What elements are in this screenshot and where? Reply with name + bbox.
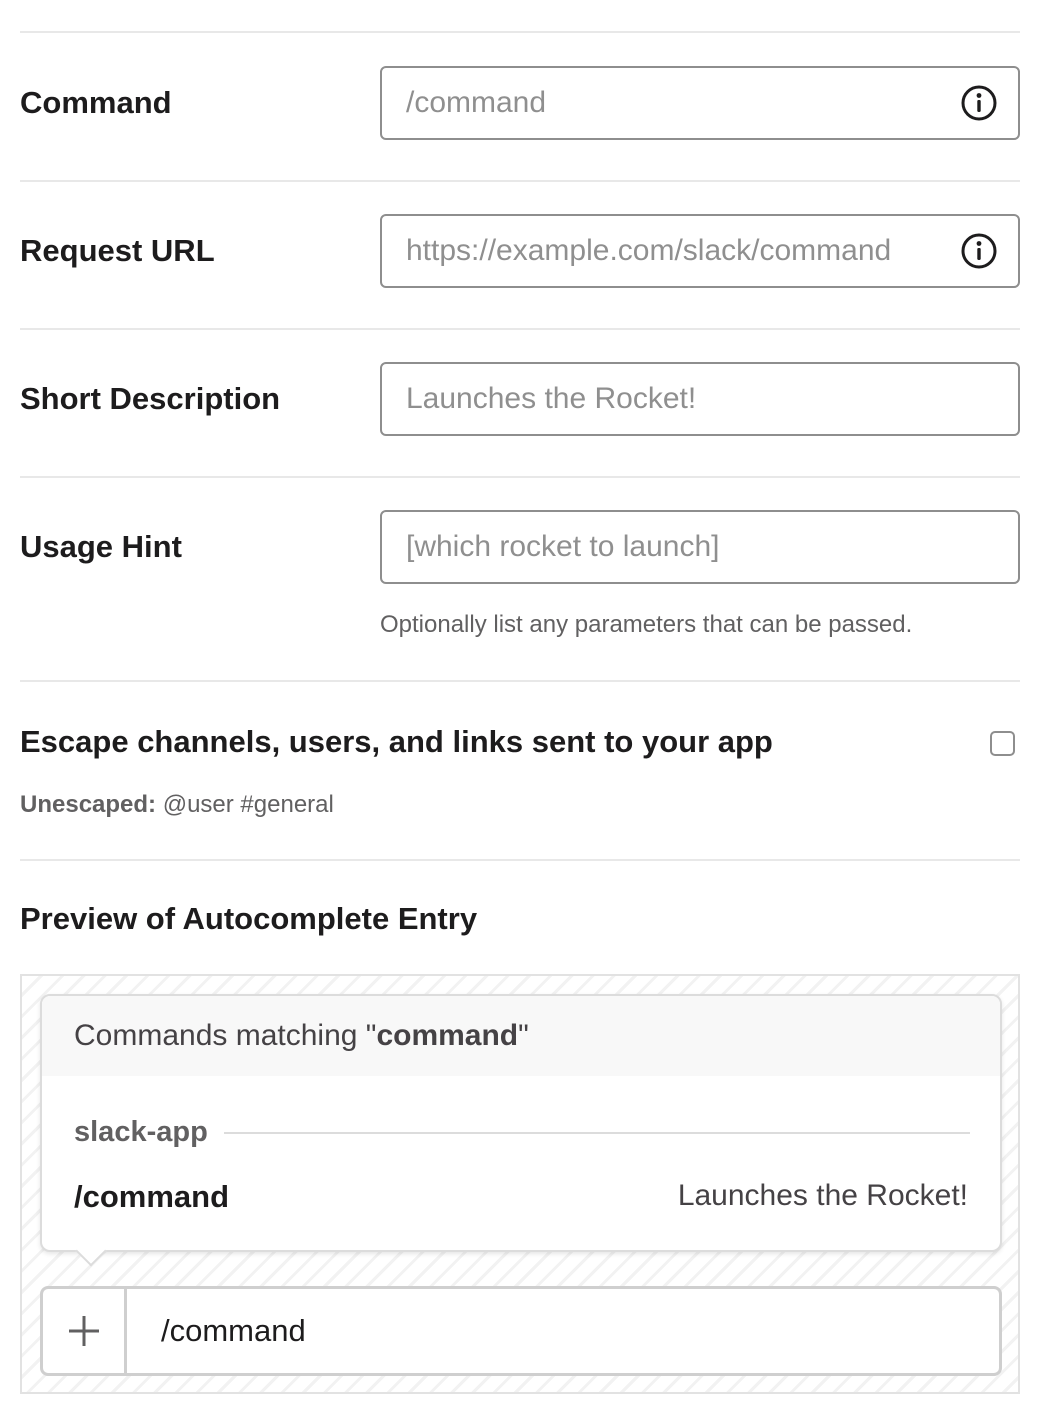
divider [20, 680, 1020, 682]
plus-icon [68, 1316, 99, 1346]
app-name: slack-app [74, 1116, 208, 1148]
command-input[interactable] [406, 86, 950, 120]
popup-pointer [75, 1235, 107, 1267]
header-prefix: Commands matching " [74, 1019, 377, 1052]
usage-hint-field[interactable] [380, 510, 1020, 584]
usage-hint-help-text: Optionally list any parameters that can … [380, 611, 913, 638]
short-description-input[interactable] [406, 382, 994, 416]
divider [20, 859, 1020, 861]
escape-label: Escape channels, users, and links sent t… [20, 724, 773, 759]
autocomplete-command[interactable]: /command [74, 1179, 229, 1215]
message-input[interactable]: /command [40, 1286, 1002, 1376]
unescaped-label: Unescaped: [20, 791, 157, 818]
plus-button[interactable] [43, 1289, 127, 1373]
autocomplete-description: Launches the Rocket! [677, 1179, 968, 1212]
header-term: command [376, 1019, 519, 1052]
escape-checkbox[interactable] [990, 731, 1015, 756]
autocomplete-preview: Commands matching " command " slack-app /c… [20, 974, 1020, 1394]
autocomplete-header: Commands matching " command " [42, 996, 1000, 1076]
divider [20, 180, 1020, 182]
request-url-label: Request URL [20, 233, 215, 268]
request-url-input[interactable] [406, 234, 950, 268]
info-icon[interactable] [960, 232, 998, 270]
divider [20, 476, 1020, 478]
short-description-field[interactable] [380, 362, 1020, 436]
preview-title: Preview of Autocomplete Entry [20, 901, 478, 936]
app-divider [223, 1131, 970, 1134]
unescaped-example: Unescaped: @user #general [20, 791, 334, 819]
autocomplete-popup: Commands matching " command " slack-app /c… [40, 994, 1002, 1267]
unescaped-value: @user #general [156, 791, 334, 818]
usage-hint-label: Usage Hint [20, 529, 182, 564]
command-field[interactable] [380, 66, 1020, 140]
divider [20, 31, 1020, 33]
command-label: Command [20, 85, 172, 120]
request-url-field[interactable] [380, 214, 1020, 288]
usage-hint-input[interactable] [406, 530, 994, 564]
message-input-text[interactable]: /command [127, 1289, 306, 1373]
header-suffix: " [518, 1019, 529, 1052]
divider [20, 328, 1020, 330]
info-icon[interactable] [960, 84, 998, 122]
short-description-label: Short Description [20, 381, 281, 416]
app-section-header: slack-app [74, 1116, 970, 1149]
